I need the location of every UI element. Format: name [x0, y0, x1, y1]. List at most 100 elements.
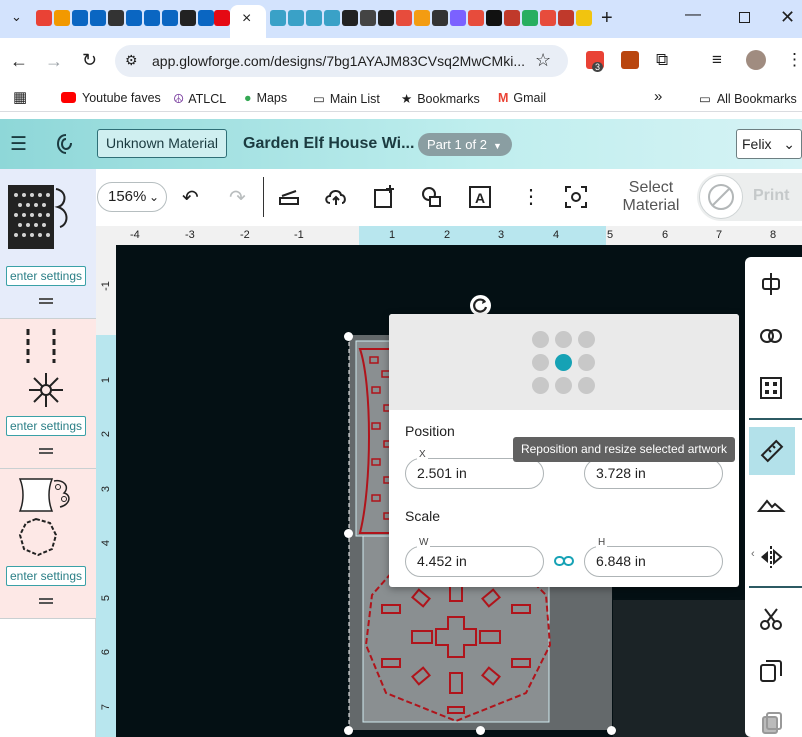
anchor-point[interactable]	[532, 354, 549, 371]
x-field-label: X	[417, 449, 428, 460]
profile-avatar[interactable]	[746, 50, 766, 70]
height-input[interactable]: 6.848 in	[584, 546, 723, 577]
extensions-puzzle-icon[interactable]: ⧉	[656, 50, 668, 70]
ruler-label: 6	[662, 229, 669, 241]
star-icon[interactable]: ☆	[535, 50, 551, 71]
bookmark-main-list[interactable]: ▭ Main List	[313, 91, 380, 106]
y-position-input[interactable]: 3.728 in	[584, 458, 723, 489]
position-heading: Position	[405, 423, 455, 439]
text-tool-icon[interactable]: A	[466, 183, 494, 211]
apps-grid-icon[interactable]: ▦	[13, 88, 27, 106]
x-position-input[interactable]: 2.501 in	[405, 458, 544, 489]
resize-handle[interactable]	[344, 529, 353, 538]
design-title[interactable]: Garden Elf House Wi...	[243, 135, 414, 153]
flip-horizontal-icon[interactable]	[755, 541, 787, 573]
drag-handle-icon[interactable]	[39, 448, 53, 454]
close-window-button[interactable]: ✕	[780, 7, 795, 28]
maximize-button[interactable]	[739, 12, 750, 23]
extension-icon-2[interactable]	[621, 51, 639, 69]
undo-icon[interactable]: ↶	[182, 185, 199, 210]
align-icon[interactable]	[755, 268, 787, 300]
media-control-icon[interactable]: ≡	[712, 50, 722, 70]
shapes-icon[interactable]	[418, 183, 446, 211]
sidebar-item-1[interactable]: enter settings	[0, 169, 96, 319]
ruler-label: 5	[100, 594, 113, 602]
star-filled-icon: ★	[401, 92, 413, 106]
resize-handle[interactable]	[607, 726, 616, 735]
anchor-point[interactable]	[532, 331, 549, 348]
part-selector[interactable]: Part 1 of 2 ▼	[418, 133, 512, 156]
minimize-button[interactable]: —	[685, 6, 701, 24]
upload-cloud-icon[interactable]	[322, 183, 350, 211]
bookmarks-overflow-button[interactable]: »	[654, 88, 662, 105]
reposition-tool-active[interactable]	[749, 427, 795, 475]
house-outline-thumbnail	[18, 478, 70, 557]
bookmark-maps[interactable]: ● Maps	[244, 91, 287, 105]
anchor-point[interactable]	[555, 377, 572, 394]
ruler-label: 3	[498, 229, 505, 241]
user-select[interactable]: Felix ⌄	[736, 129, 802, 159]
glowforge-logo-icon[interactable]	[56, 133, 76, 155]
new-tab-button[interactable]: +	[601, 7, 613, 30]
drag-handle-icon[interactable]	[39, 598, 53, 604]
resize-handle[interactable]	[476, 726, 485, 735]
material-button[interactable]: Unknown Material	[97, 129, 227, 158]
rotate-handle[interactable]	[470, 295, 491, 316]
paste-icon[interactable]	[755, 707, 787, 737]
ruler-label: -1	[294, 229, 304, 241]
add-artwork-icon[interactable]	[370, 183, 398, 211]
width-input[interactable]: 4.452 in	[405, 546, 544, 577]
sidebar-item-2[interactable]: enter settings	[0, 319, 96, 469]
forward-button[interactable]: →	[45, 51, 63, 72]
ruler-icon	[760, 439, 784, 463]
hamburger-menu-icon[interactable]: ☰	[10, 133, 27, 156]
more-options-icon[interactable]: ⋮	[521, 184, 541, 209]
enter-settings-button[interactable]: enter settings	[6, 266, 86, 286]
zoom-select[interactable]: 156% ⌄	[97, 182, 167, 212]
fit-to-view-icon[interactable]	[562, 183, 590, 211]
bookmark-bookmarks[interactable]: ★ Bookmarks	[401, 91, 480, 106]
duplicate-icon[interactable]	[755, 655, 787, 687]
bookmark-gmail[interactable]: M Gmail	[498, 91, 546, 105]
panel-divider	[749, 418, 802, 420]
mountains-icon[interactable]	[755, 489, 787, 521]
ruler-label: -1	[99, 281, 112, 291]
caret-down-icon: ▼	[492, 141, 502, 151]
url-text[interactable]: app.glowforge.com/designs/7bg1AYAJM83CVs…	[152, 53, 525, 69]
slots-starburst-thumbnail	[26, 329, 63, 407]
bookmark-atlcl[interactable]: ☮ ATLCL	[173, 91, 226, 106]
sidebar-item-3[interactable]: enter settings	[0, 469, 96, 619]
anchor-point-selected[interactable]	[555, 354, 572, 371]
tab-search-icon[interactable]: ⌄	[11, 9, 22, 25]
drag-handle-icon[interactable]	[39, 298, 53, 304]
reload-button[interactable]: ↻	[82, 50, 97, 71]
link-aspect-ratio-icon[interactable]	[554, 553, 574, 569]
panel-divider	[749, 586, 802, 588]
ruler-selection-highlight	[96, 335, 116, 737]
menu-icon[interactable]: ⋮	[786, 50, 802, 70]
enter-settings-button[interactable]: enter settings	[6, 416, 86, 436]
anchor-point[interactable]	[578, 354, 595, 371]
anchor-point[interactable]	[578, 331, 595, 348]
enter-settings-button[interactable]: enter settings	[6, 566, 86, 586]
site-info-icon[interactable]: ⚙	[125, 52, 138, 69]
hexagon-pattern-thumbnail	[8, 185, 68, 249]
back-button[interactable]: ←	[10, 51, 28, 72]
array-grid-icon[interactable]	[755, 372, 787, 404]
print-disabled-icon	[699, 175, 743, 219]
anchor-point[interactable]	[555, 331, 572, 348]
tab-close-icon[interactable]: ×	[242, 10, 251, 28]
ruler-label: -4	[130, 229, 140, 241]
resize-handle[interactable]	[344, 726, 353, 735]
anchor-point[interactable]	[578, 377, 595, 394]
bookmark-youtube-faves[interactable]: Youtube faves	[61, 91, 161, 105]
all-bookmarks-button[interactable]: ▭ All Bookmarks	[699, 91, 797, 106]
combine-icon[interactable]	[755, 320, 787, 352]
anchor-point[interactable]	[532, 377, 549, 394]
ruler-label: 6	[100, 648, 113, 656]
active-tab[interactable]: ×	[230, 5, 266, 38]
redo-icon[interactable]: ↷	[229, 185, 246, 210]
resize-handle[interactable]	[344, 332, 353, 341]
scissors-cut-icon[interactable]	[755, 603, 787, 635]
scan-icon[interactable]	[275, 183, 303, 211]
